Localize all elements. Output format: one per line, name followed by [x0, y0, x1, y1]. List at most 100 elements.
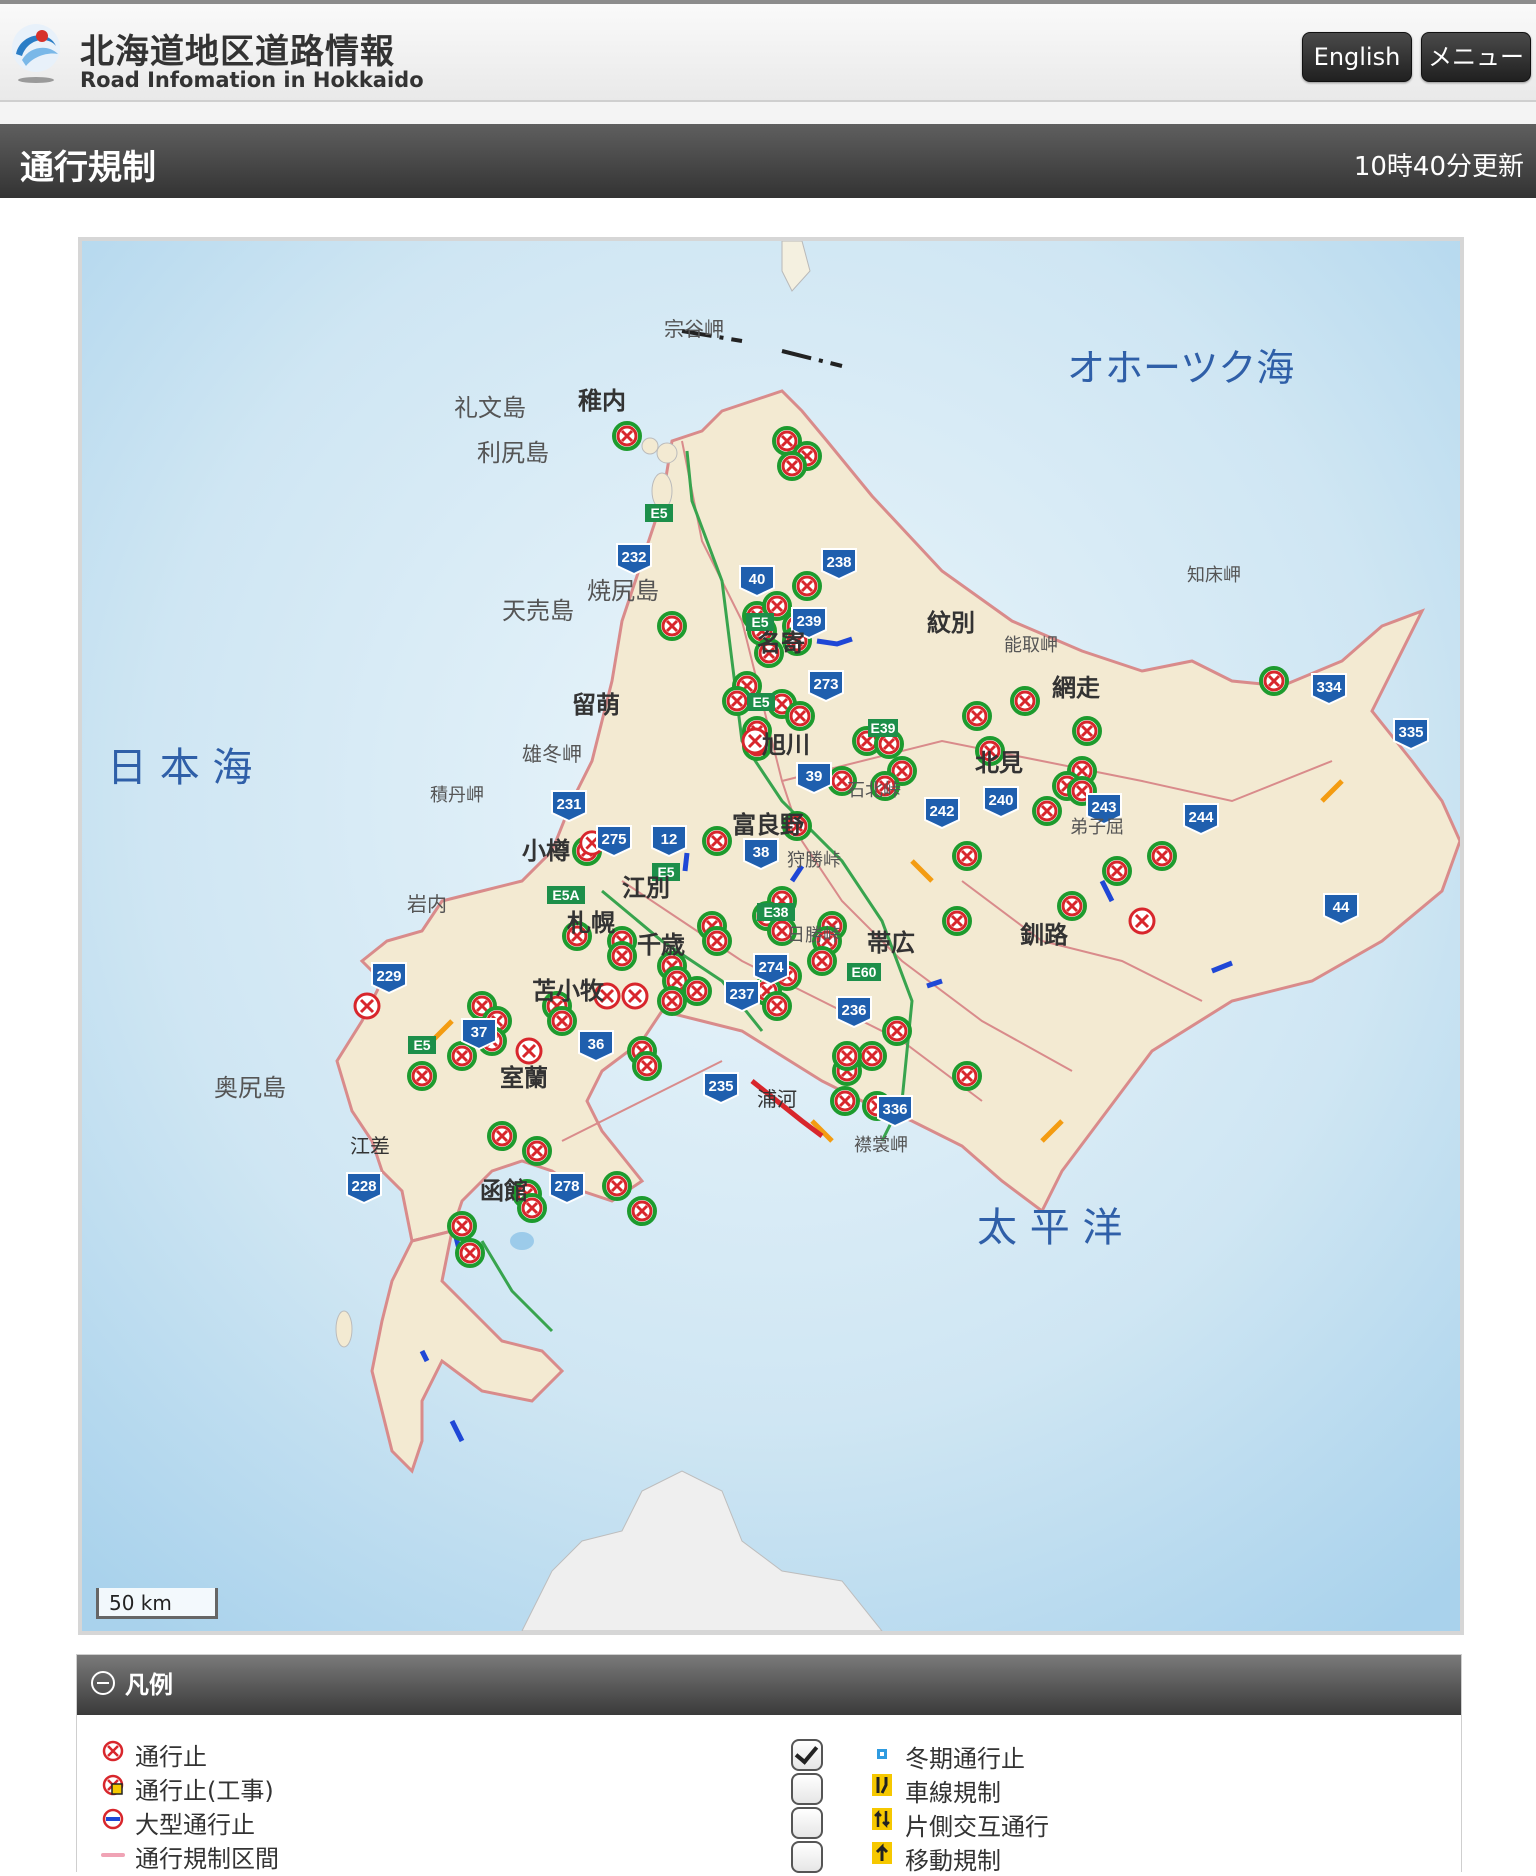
closed-construction-marker[interactable] — [353, 992, 381, 1020]
svg-text:232: 232 — [621, 549, 646, 566]
alternating-traffic-icon — [872, 1808, 892, 1830]
svg-text:273: 273 — [813, 676, 838, 693]
closed-marker[interactable] — [612, 421, 642, 451]
place-label: 岩内 — [407, 892, 447, 916]
place-label: 釧路 — [1020, 920, 1069, 949]
closed-marker[interactable] — [607, 941, 637, 971]
english-button[interactable]: English — [1302, 32, 1412, 82]
closed-marker[interactable] — [952, 1061, 982, 1091]
lake — [510, 1232, 534, 1250]
closed-marker[interactable] — [1072, 716, 1102, 746]
mobile-restriction-checkbox[interactable] — [791, 1841, 823, 1873]
closed-marker[interactable] — [882, 1016, 912, 1046]
place-label: 焼尻島 — [587, 577, 659, 605]
closed-marker[interactable] — [1010, 686, 1040, 716]
legend-label-lane-restriction: 車線規制 — [905, 1779, 1001, 1807]
site-title: 北海道地区道路情報 — [80, 32, 395, 72]
route-shield: 275 — [596, 825, 632, 858]
closed-marker[interactable] — [832, 1041, 862, 1071]
closed-marker[interactable] — [407, 1061, 437, 1091]
svg-text:229: 229 — [376, 968, 401, 985]
place-label: 積丹岬 — [430, 785, 484, 806]
route-shield: 274 — [753, 953, 789, 986]
closed-marker[interactable] — [785, 701, 815, 731]
closed-marker[interactable] — [762, 991, 792, 1021]
closed-marker[interactable] — [547, 1006, 577, 1036]
closed-marker[interactable] — [1032, 796, 1062, 826]
svg-text:39: 39 — [806, 768, 823, 785]
closed-marker[interactable] — [602, 1171, 632, 1201]
route-shield: 238 — [821, 548, 857, 581]
route-shield: 38 — [743, 838, 779, 871]
svg-text:237: 237 — [729, 986, 754, 1003]
place-label: 札幌 — [566, 908, 615, 937]
closed-marker[interactable] — [702, 826, 732, 856]
closed-marker[interactable] — [627, 1196, 657, 1226]
place-label: 宗谷岬 — [664, 317, 724, 341]
closed-marker[interactable] — [657, 986, 687, 1016]
closed-construction-marker[interactable] — [515, 1037, 543, 1065]
closed-marker[interactable] — [1057, 891, 1087, 921]
closed-marker[interactable] — [487, 1121, 517, 1151]
closed-marker[interactable] — [942, 906, 972, 936]
route-shield: 44 — [1323, 893, 1359, 926]
closed-marker[interactable] — [682, 976, 712, 1006]
menu-button[interactable]: メニュー — [1421, 32, 1531, 82]
route-shield: 336 — [877, 1095, 913, 1128]
svg-text:E5: E5 — [413, 1037, 430, 1053]
route-shield: 236 — [836, 996, 872, 1029]
closed-marker[interactable] — [657, 611, 687, 641]
winter-closed-checkbox[interactable] — [791, 1739, 823, 1771]
svg-text:235: 235 — [708, 1078, 733, 1095]
map-canvas[interactable]: 232 40 238 239 273 334 335 39 240 243 24… — [82, 241, 1460, 1631]
place-label: 知床岬 — [1187, 565, 1241, 586]
svg-text:E5: E5 — [650, 505, 667, 521]
svg-text:244: 244 — [1188, 809, 1214, 826]
place-label: 苫小牧 — [532, 976, 605, 1005]
legend-label-alternating-traffic: 片側交互通行 — [905, 1813, 1049, 1841]
collapse-icon[interactable] — [91, 1671, 115, 1695]
closed-marker[interactable] — [632, 1051, 662, 1081]
lane-restriction-checkbox[interactable] — [791, 1773, 823, 1805]
route-shield: 39 — [796, 762, 832, 795]
closed-marker[interactable] — [807, 946, 837, 976]
closed-marker[interactable] — [777, 451, 807, 481]
place-label: 留萌 — [572, 690, 620, 719]
closed-marker[interactable] — [455, 1238, 485, 1268]
closed-marker[interactable] — [962, 701, 992, 731]
place-label: 日勝峠 — [787, 925, 841, 946]
place-label: 天売島 — [502, 597, 574, 625]
place-label: 富良野 — [732, 810, 804, 839]
closed-construction-marker[interactable] — [621, 982, 649, 1010]
closed-marker[interactable] — [522, 1136, 552, 1166]
legend-label-closed: 通行止 — [135, 1743, 207, 1771]
road-map[interactable]: 232 40 238 239 273 334 335 39 240 243 24… — [78, 237, 1464, 1635]
closed-marker[interactable] — [792, 571, 822, 601]
svg-text:274: 274 — [758, 959, 784, 976]
closed-marker[interactable] — [1259, 666, 1289, 696]
closed-marker[interactable] — [952, 841, 982, 871]
legend-header[interactable]: 凡例 — [77, 1655, 1461, 1715]
closed-marker[interactable] — [1147, 841, 1177, 871]
place-label: 北見 — [975, 748, 1023, 777]
svg-text:37: 37 — [471, 1024, 488, 1041]
svg-text:E5: E5 — [752, 694, 769, 710]
closed-construction-icon — [102, 1774, 124, 1796]
closed-marker[interactable] — [857, 1041, 887, 1071]
closed-marker[interactable] — [447, 1211, 477, 1241]
alternating-traffic-checkbox[interactable] — [791, 1807, 823, 1839]
closed-marker[interactable] — [1102, 856, 1132, 886]
closed-marker[interactable] — [830, 1086, 860, 1116]
closed-construction-marker[interactable] — [1128, 907, 1156, 935]
site-logo-icon[interactable] — [8, 20, 64, 86]
svg-text:12: 12 — [661, 831, 678, 848]
closed-marker[interactable] — [722, 686, 752, 716]
expressway-shield: E5 — [645, 504, 673, 522]
closed-marker[interactable] — [702, 926, 732, 956]
header-spacer — [0, 102, 1536, 124]
rishiri-island — [641, 437, 659, 455]
place-label: 礼文島 — [454, 394, 526, 422]
legend-label-large-vehicle-closed: 大型通行止 — [135, 1811, 255, 1839]
svg-text:36: 36 — [588, 1036, 605, 1053]
closed-marker[interactable] — [447, 1041, 477, 1071]
